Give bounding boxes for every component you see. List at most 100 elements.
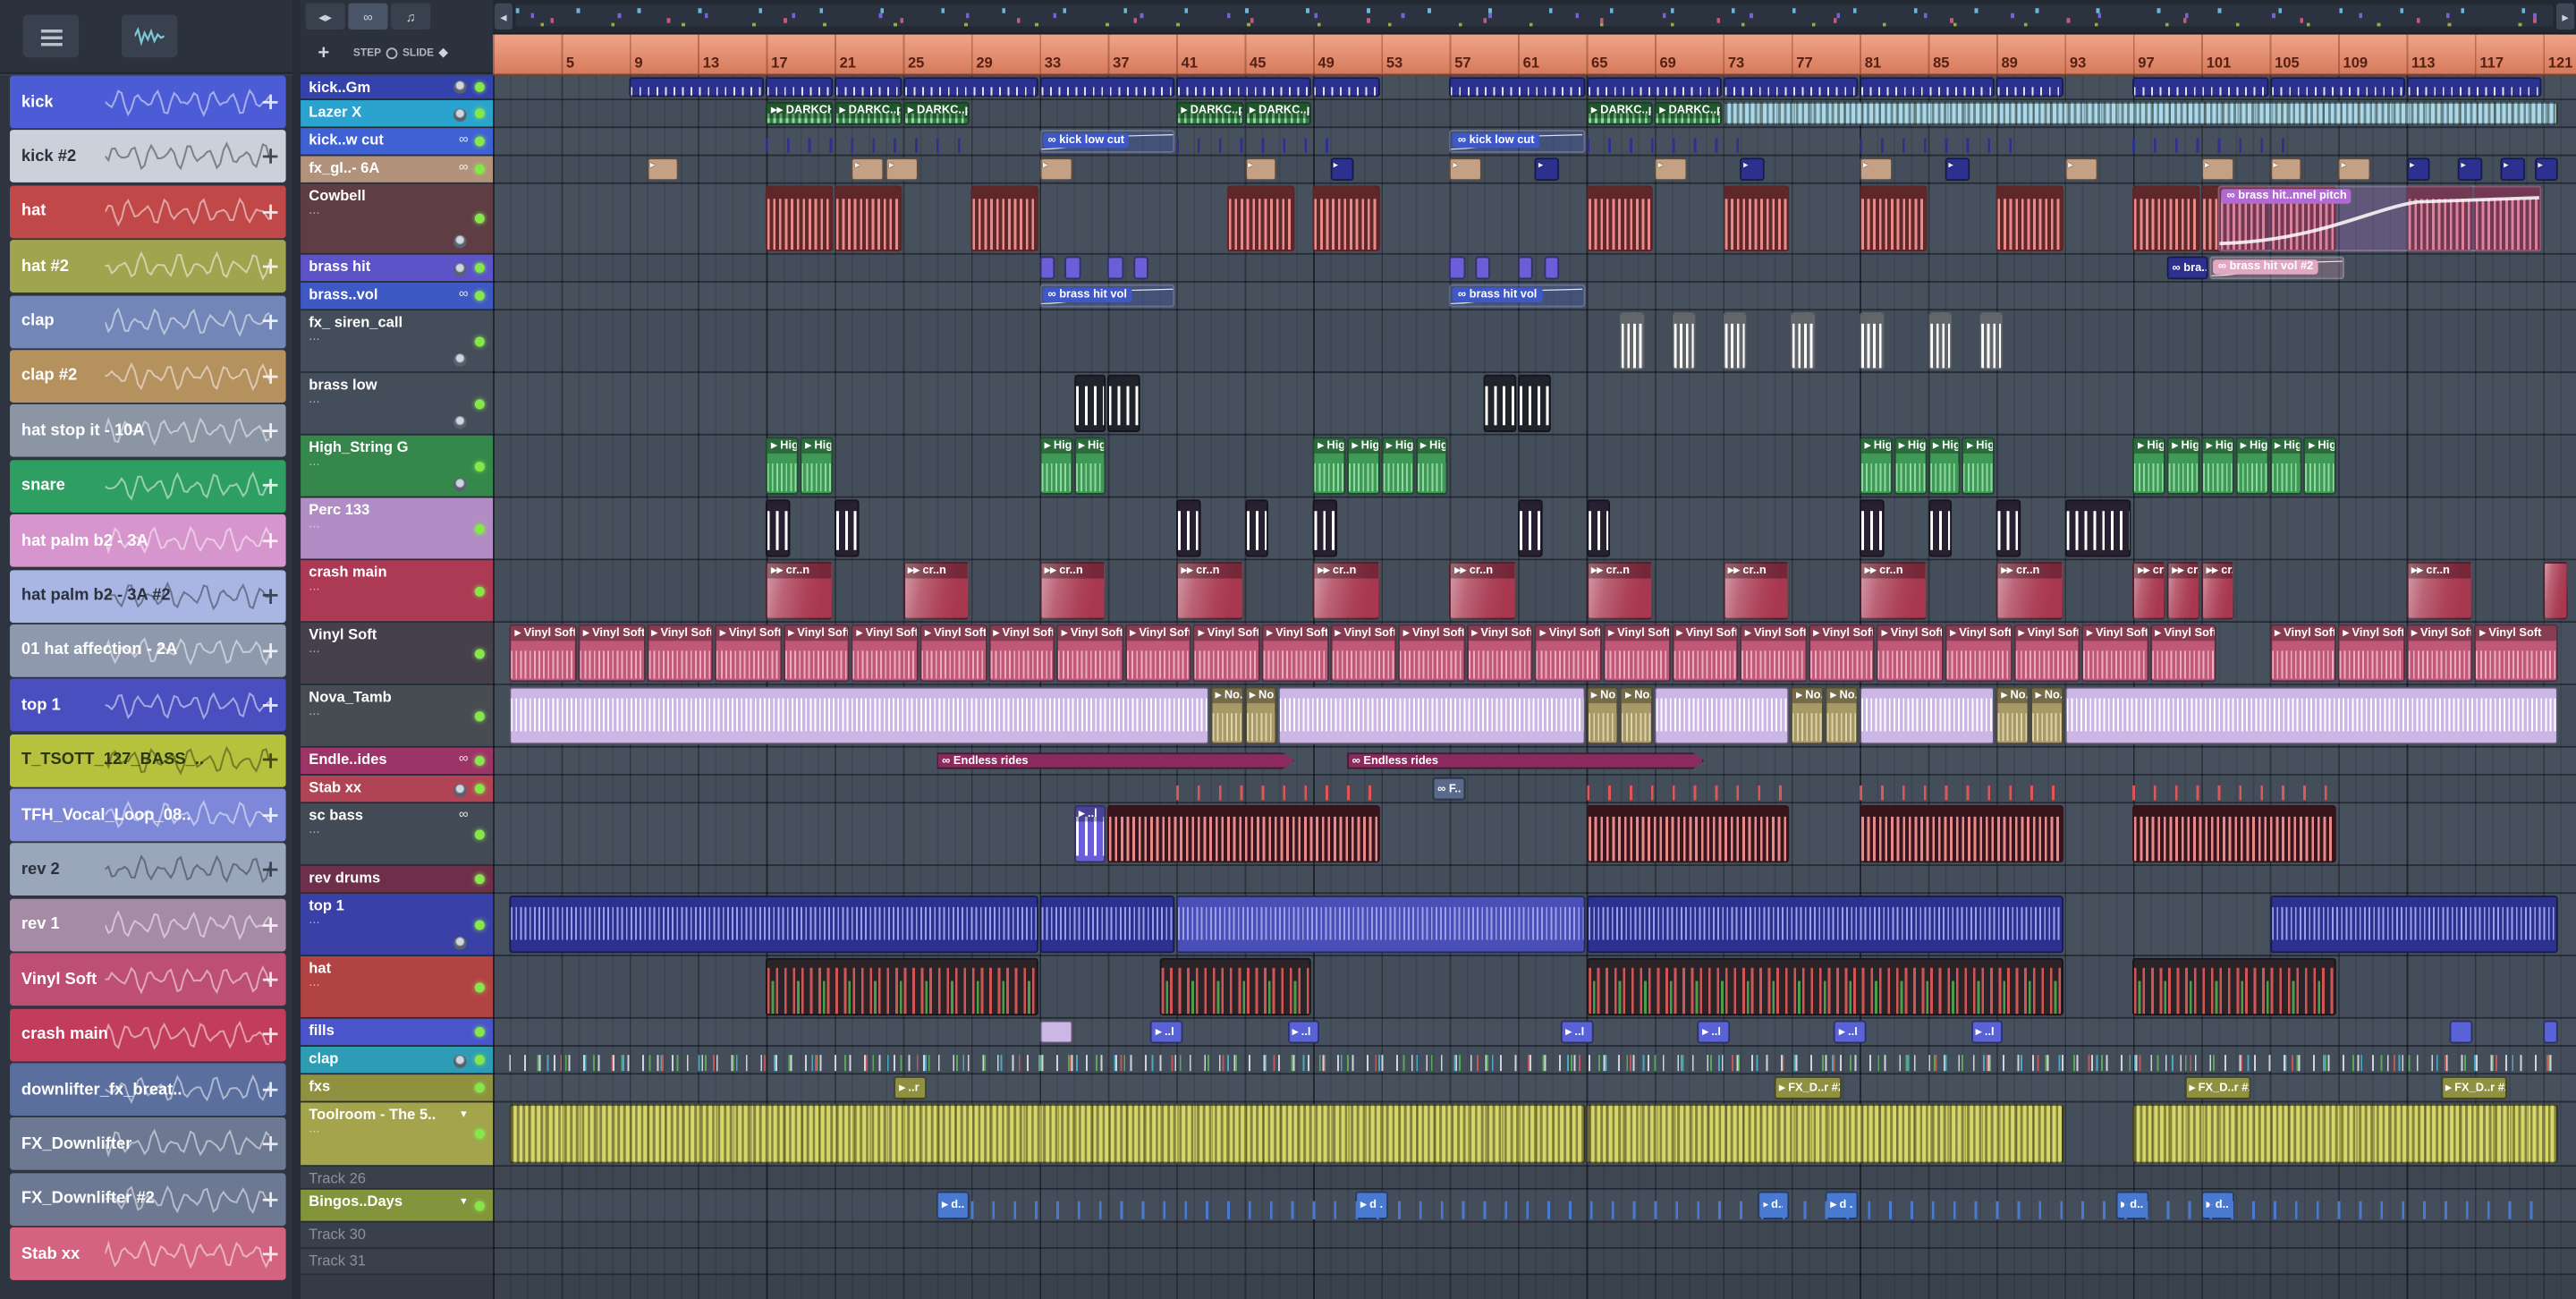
clip-navy[interactable] [1586, 896, 2063, 954]
picker-item-kick-2[interactable]: kick #2 [10, 130, 286, 183]
clip-navy[interactable] [1039, 77, 1175, 98]
picker-item-crash-main[interactable]: crash main [10, 1008, 286, 1061]
clip-bra-ol[interactable]: ∞ bra..ol [2166, 256, 2208, 280]
clip-no[interactable]: ▸ No.. [1210, 686, 1243, 745]
clip-vinyl-soft[interactable]: ▸ Vinyl Soft [2149, 624, 2217, 683]
clip-cr-n[interactable]: ▸▸ cr..n [1723, 562, 1790, 620]
clip-lavender[interactable] [2064, 686, 2559, 745]
clip-cr-n[interactable]: ▸▸ cr..n [902, 562, 970, 620]
playlist-lane-rev-drums[interactable] [493, 865, 2576, 895]
clip-navy[interactable] [1330, 157, 1354, 182]
clip-kick-low-cut[interactable]: ∞ kick low cut [1039, 130, 1175, 153]
clip-darkch-perc[interactable]: ▸▸ DARKCH..perc [766, 101, 834, 125]
clip-gray-lt[interactable] [1979, 311, 2004, 370]
clip-red[interactable] [835, 185, 902, 252]
dropdown-arrow-icon[interactable]: ▾ [461, 1108, 466, 1121]
track-header-toolroom-the-5[interactable]: Toolroom - The 5..... ▾ [301, 1102, 494, 1167]
knob-icon[interactable] [453, 478, 467, 492]
clip-dark[interactable] [1518, 374, 1551, 433]
clip-vinyl-soft[interactable]: ▸ Vinyl Soft [1535, 624, 1602, 683]
clip-gray-lt[interactable] [510, 1048, 2559, 1072]
clip-perc[interactable] [1860, 499, 1884, 557]
clip-r[interactable]: ▸ ..r [894, 1076, 928, 1099]
clip-red[interactable] [970, 185, 1038, 252]
picker-item-snare[interactable]: snare [10, 459, 286, 513]
clip-navy[interactable] [1176, 130, 1346, 153]
picker-item-hat-stop-it-10a[interactable]: hat stop it - 10A [10, 404, 286, 458]
mute-led[interactable] [474, 755, 485, 766]
clip-navy[interactable] [2269, 77, 2405, 98]
keys-tab[interactable]: ♫ [391, 3, 431, 30]
track-header-fx-siren-call[interactable]: fx_ siren_call... [301, 310, 494, 373]
clip-indigo[interactable] [1176, 896, 1585, 954]
track-header-kick-w-cut[interactable]: kick..w cut ∞ [301, 128, 494, 157]
clip-wine[interactable] [2132, 804, 2337, 863]
clip-lavender[interactable] [1278, 686, 1585, 745]
clip-vinyl-soft[interactable]: ▸ Vinyl Soft [1877, 624, 1944, 683]
mute-led[interactable] [474, 81, 485, 92]
clip-hatbg[interactable] [766, 957, 1038, 1016]
clip-brass-hit-vol[interactable]: ∞ brass hit vol [1449, 284, 1585, 308]
mute-led[interactable] [474, 585, 485, 596]
knob-icon[interactable] [453, 234, 467, 249]
picker-item-kick[interactable]: kick [10, 75, 286, 129]
clip-hig[interactable]: ▸ Hig.. [1073, 437, 1106, 495]
picker-item-t-tsott-127-bass[interactable]: T_TSOTT_127_BASS_.. [10, 734, 286, 787]
clip-lavender[interactable] [510, 686, 1209, 745]
clip-tan[interactable] [2269, 157, 2302, 182]
track-header-cowbell[interactable]: Cowbell... [301, 183, 494, 255]
clip-wine[interactable] [1860, 804, 2063, 863]
track-header-track-30[interactable]: Track 30 [301, 1222, 494, 1249]
mute-led[interactable] [474, 874, 485, 885]
clip-perc[interactable] [1518, 499, 1542, 557]
mute-led[interactable] [474, 164, 485, 174]
clip-no[interactable]: ▸ No.. [1586, 686, 1619, 745]
track-header-lazer-x[interactable]: Lazer X [301, 100, 494, 129]
clip-hig[interactable]: ▸ Hig.. [1962, 437, 1996, 495]
knob-icon[interactable] [453, 262, 467, 276]
clip-navy[interactable] [835, 77, 902, 98]
clip-navy[interactable] [1860, 130, 2029, 153]
clip-vinyl-soft[interactable]: ▸ Vinyl Soft [1945, 624, 2012, 683]
clip-vinyl-soft[interactable]: ▸ Vinyl Soft [1672, 624, 1739, 683]
clip-red[interactable] [1227, 185, 1294, 252]
clip-darkc-perc[interactable]: ▸ DARKC..perc [835, 101, 902, 125]
clip-red-bright[interactable] [1586, 777, 1790, 801]
dropdown-arrow-icon[interactable]: ▾ [461, 1194, 466, 1208]
mute-led[interactable] [474, 262, 485, 273]
picker-item-rev-2[interactable]: rev 2 [10, 844, 286, 896]
clip-kick-low-cut[interactable]: ∞ kick low cut [1449, 130, 1585, 153]
track-header-fx-gl-6a[interactable]: fx_gl..- 6A ∞ [301, 156, 494, 184]
clip-no[interactable]: ▸ No.. [1825, 686, 1859, 745]
knob-icon[interactable] [453, 108, 467, 122]
clip-gray-lt[interactable] [1723, 311, 1748, 370]
picker-item-tfh-vocal-loop-08[interactable]: TFH_Vocal_Loop_08.. [10, 788, 286, 842]
clip-indigo2[interactable] [2543, 1020, 2559, 1044]
clip-vinyl-soft[interactable]: ▸ Vinyl Soft [2338, 624, 2405, 683]
clip-perc[interactable] [1928, 499, 1953, 557]
clip-navy[interactable] [1860, 77, 1996, 98]
picker-item-stab-xx[interactable]: Stab xx [10, 1227, 286, 1281]
clip-hig[interactable]: ▸ Hig.. [2269, 437, 2302, 495]
clip-cr-n[interactable]: ▸▸ cr..n [2166, 562, 2200, 620]
knob-icon[interactable] [453, 80, 467, 94]
clip-purple[interactable] [1518, 256, 1534, 280]
clip-tan[interactable] [1244, 157, 1277, 182]
clip-navy[interactable] [1586, 130, 1756, 153]
track-header-fxs[interactable]: fxs [301, 1074, 494, 1103]
clip-navy[interactable] [1312, 77, 1380, 98]
mute-led[interactable] [474, 136, 485, 147]
clip-cr-n[interactable]: ▸▸ cr..n [2201, 562, 2234, 620]
clip-cr-n[interactable]: ▸▸ cr..n [1176, 562, 1243, 620]
playlist-lane-fx-siren-call[interactable] [493, 310, 2576, 373]
clip-dark[interactable] [1073, 374, 1106, 433]
scroll-left-button[interactable]: ◂ [494, 3, 513, 30]
clip-vinyl-soft[interactable]: ▸ Vinyl Soft [987, 624, 1055, 683]
clip-fx-d-r-2[interactable]: ▸ FX_D..r #2 [2184, 1076, 2251, 1099]
clip-perc[interactable] [1996, 499, 2021, 557]
clip-tan[interactable] [646, 157, 680, 182]
clip-l[interactable]: ▸ ..l [1287, 1020, 1320, 1044]
track-header-rev-drums[interactable]: rev drums [301, 865, 494, 895]
clip-navy[interactable] [2269, 896, 2559, 954]
clip-lavender[interactable] [1039, 1020, 1072, 1044]
